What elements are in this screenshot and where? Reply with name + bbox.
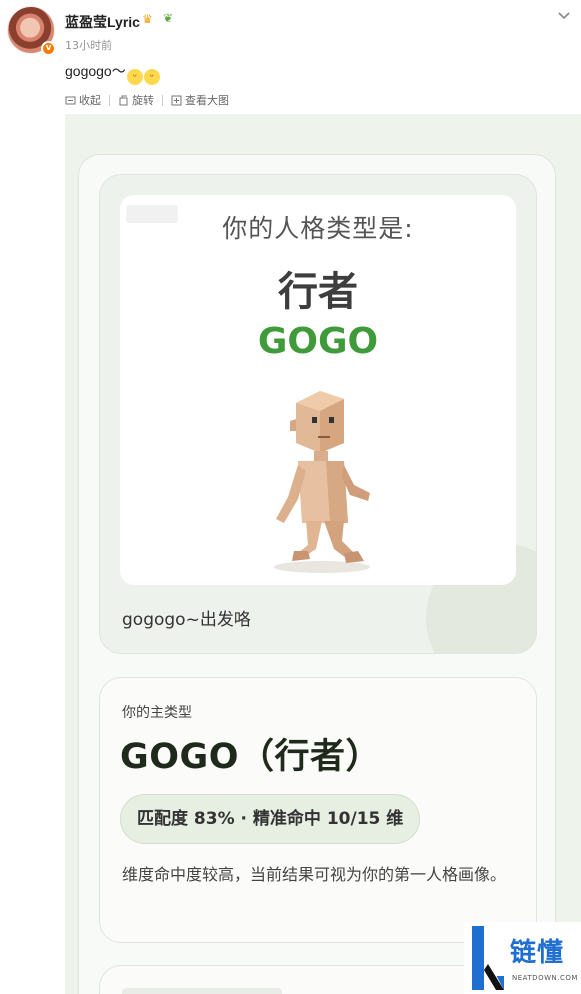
primary-type-card: 你的主类型 GOGO（行者） 匹配度 83% · 精准命中 10/15 维 维度…: [99, 677, 537, 943]
view-large-button[interactable]: 查看大图: [171, 92, 229, 108]
username[interactable]: 蓝盈莹Lyric: [65, 12, 140, 32]
logo-brand-subtext: NEATDOWN.COM: [512, 974, 578, 982]
result-caption: gogogo~出发咯: [122, 610, 251, 630]
view-large-icon: [171, 95, 182, 105]
collapse-button[interactable]: 收起: [65, 92, 101, 108]
match-badge: 匹配度 83% · 精准命中 10/15 维: [120, 794, 421, 844]
poster-type-chinese: 行者: [278, 269, 358, 315]
grin-emoji-icon: ᵕ: [126, 69, 143, 85]
collapse-label: 收起: [79, 94, 101, 107]
post-image[interactable]: 你的人格类型是: 行者 GOGO gogogo~出发咯 你的主类型 GOGO（行…: [65, 114, 581, 994]
image-toolbar: 收起 旋转 查看大图: [65, 91, 229, 109]
verified-badge: v: [41, 41, 56, 56]
chevron-down-icon[interactable]: [556, 7, 572, 23]
post-text: gogogo～ ᵕ ᵕ: [65, 61, 160, 85]
site-watermark-logo: 链懂 NEATDOWN.COM: [464, 922, 581, 994]
toolbar-divider: [109, 94, 110, 106]
post-time[interactable]: 13小时前: [65, 37, 112, 53]
walking-character-illustration: [274, 391, 370, 573]
result-poster: 你的人格类型是: 行者 GOGO: [120, 195, 516, 585]
rotate-button[interactable]: 旋转: [118, 92, 154, 108]
toolbar-divider: [162, 94, 163, 106]
logo-brand-text: 链懂: [510, 938, 565, 968]
logo-l-mark-icon: [472, 926, 504, 990]
rotate-label: 旋转: [132, 94, 154, 107]
post-header: v 蓝盈莹Lyric ♛ ❦ 13小时前: [0, 0, 581, 62]
poster-type-english: GOGO: [257, 321, 379, 362]
sprout-icon[interactable]: ❦: [163, 11, 173, 25]
grin-emoji-icon: ᵕ: [143, 69, 160, 85]
type-description: 维度命中度较高，当前结果可视为你的第一人格画像。: [122, 865, 507, 884]
view-large-label: 查看大图: [185, 94, 229, 107]
primary-type-label: 你的主类型: [122, 705, 192, 721]
poster-heading: 你的人格类型是:: [222, 214, 414, 243]
crown-icon[interactable]: ♛: [142, 12, 153, 26]
post-text-content: gogogo～: [65, 63, 126, 79]
next-section-title: [122, 988, 282, 994]
result-hero-card: 你的人格类型是: 行者 GOGO gogogo~出发咯: [99, 174, 537, 654]
collapse-icon: [65, 96, 76, 104]
rotate-icon: [119, 95, 128, 105]
primary-type-title: GOGO（行者）: [120, 737, 381, 777]
